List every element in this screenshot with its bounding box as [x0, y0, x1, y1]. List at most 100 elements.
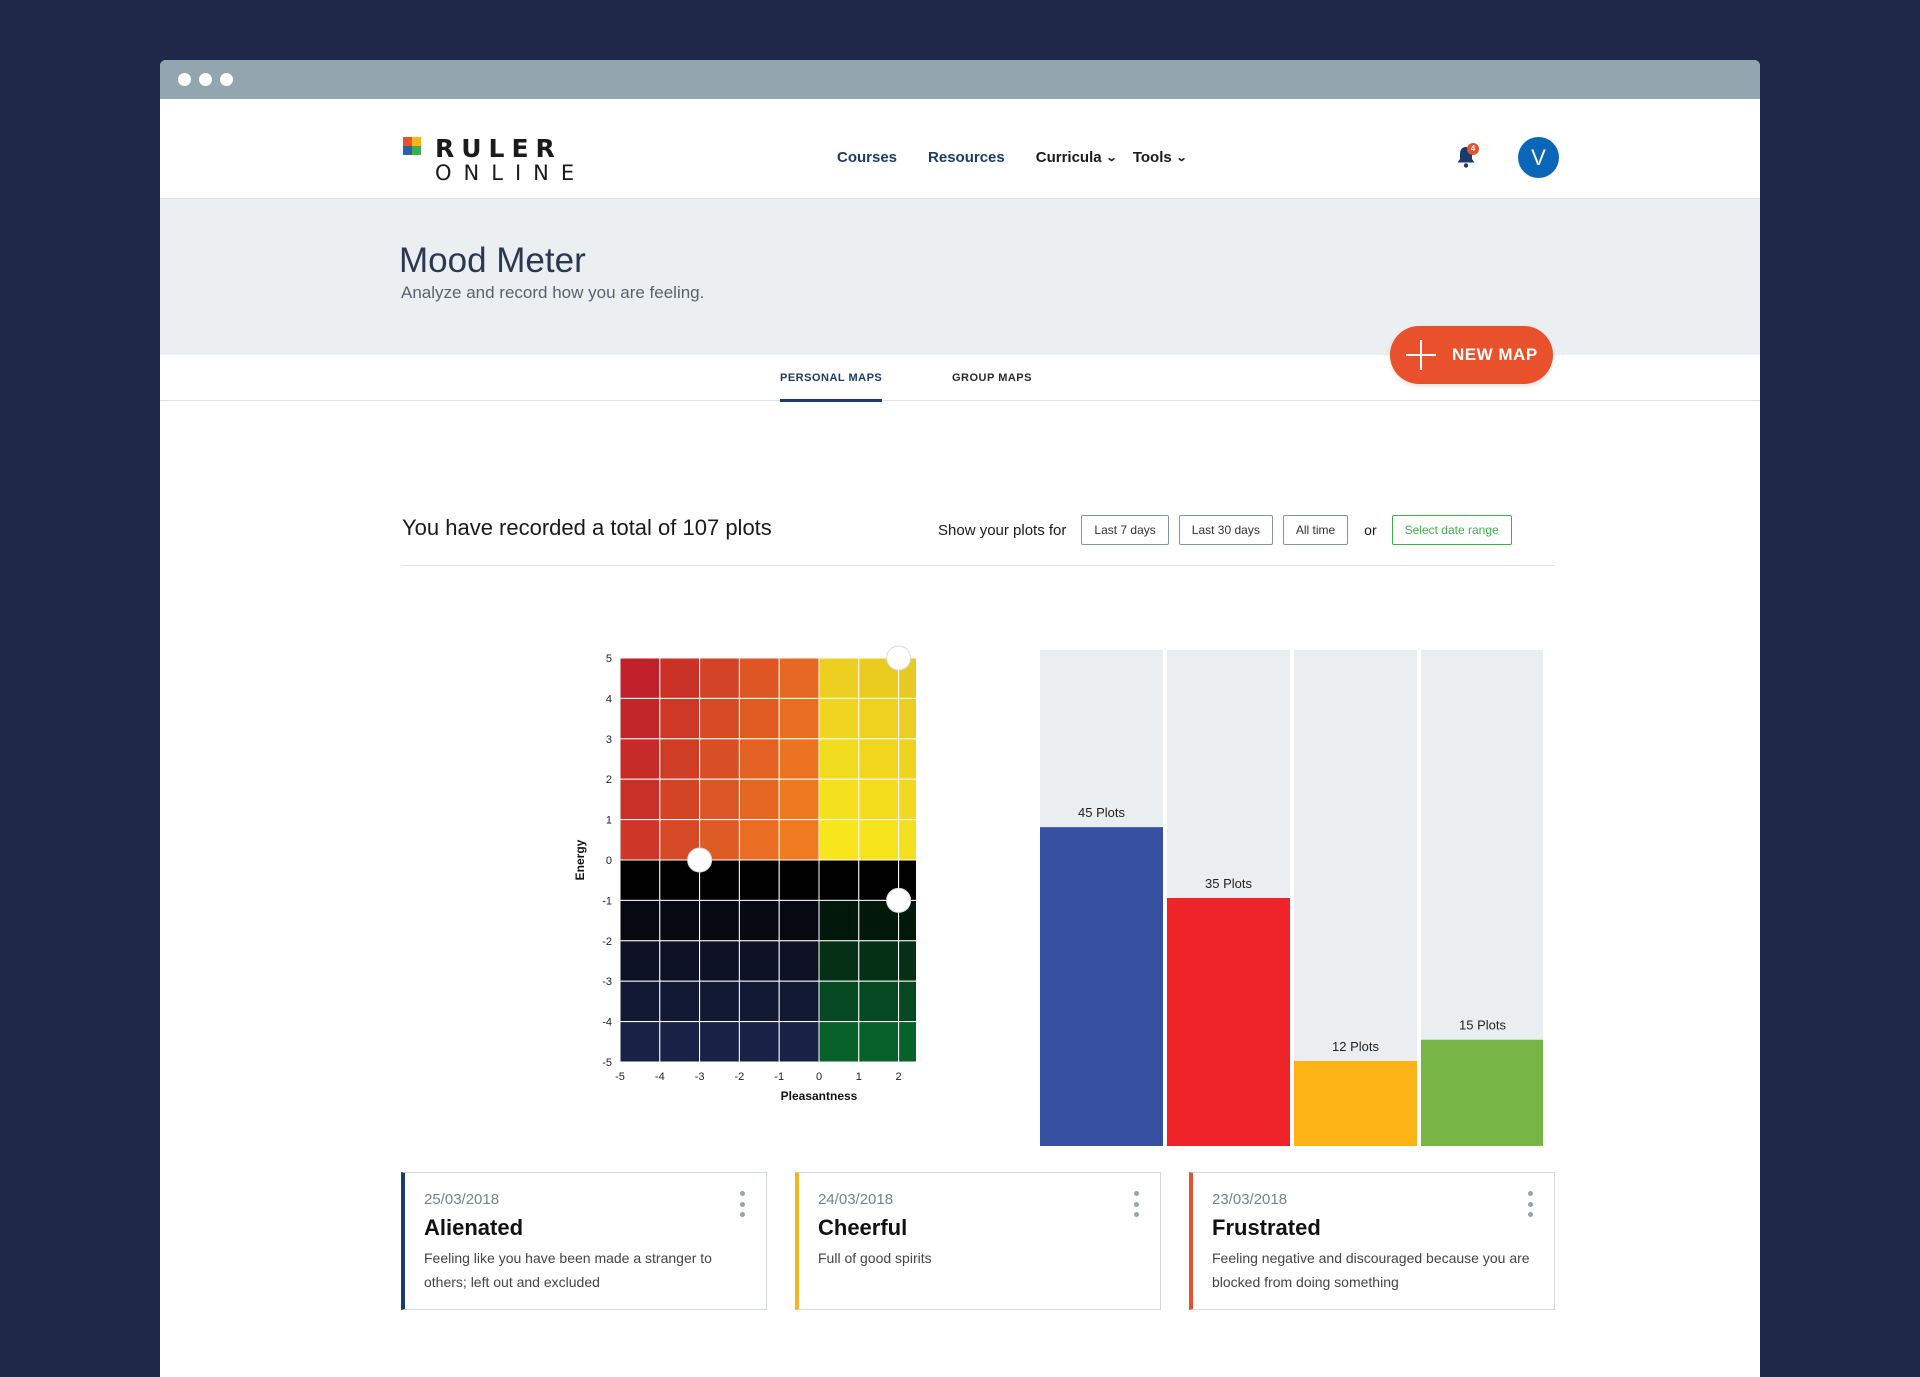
grid-cell — [619, 899, 661, 942]
nav-tools[interactable]: Tools ⌄ — [1132, 149, 1187, 166]
filter-last-30-days[interactable]: Last 30 days — [1178, 515, 1273, 545]
grid-cell — [738, 859, 780, 901]
new-map-button[interactable]: NEW MAP — [1390, 326, 1553, 384]
tab-personal-maps[interactable]: PERSONAL MAPS — [780, 372, 883, 402]
grid-cell — [699, 980, 740, 1023]
bar-label: 35 Plots — [1205, 876, 1252, 891]
select-date-range-button[interactable]: Select date range — [1391, 515, 1512, 545]
mood-card-word: Alienated — [424, 1215, 524, 1240]
grid-cell — [898, 819, 939, 861]
grid-cell — [818, 859, 860, 901]
grid-cell — [659, 980, 701, 1023]
grid-cell — [699, 657, 740, 699]
main-menu: Courses Resources Curricula ⌄ Tools ⌄ — [837, 149, 1203, 166]
grid-cell — [818, 657, 860, 699]
grid-cell — [659, 940, 701, 982]
nav-courses[interactable]: Courses — [837, 149, 897, 166]
logo-square-blue — [403, 146, 412, 155]
filter-all-time[interactable]: All time — [1282, 515, 1349, 545]
mood-card[interactable]: 25/03/2018 Alienated Feeling like you ha… — [401, 1172, 767, 1310]
grid-cell — [818, 980, 860, 1023]
notification-badge: 4 — [1467, 143, 1479, 155]
more-options-icon[interactable] — [740, 1191, 746, 1217]
grid-cell — [778, 940, 820, 982]
grid-cell — [858, 1021, 900, 1063]
more-options-icon[interactable] — [1528, 1191, 1534, 1217]
filter-last-7-days[interactable]: Last 7 days — [1081, 515, 1169, 545]
grid-cell — [858, 778, 900, 821]
y-tick-label: -1 — [602, 895, 612, 907]
new-map-label: NEW MAP — [1452, 345, 1538, 364]
plot-point — [886, 887, 912, 913]
grid-cell — [738, 697, 780, 740]
grid-cell — [699, 940, 740, 982]
grid-cell — [818, 778, 860, 821]
grid-cell — [659, 738, 701, 780]
logo-square-orange — [403, 137, 412, 146]
logo-line1: RULER — [435, 134, 562, 163]
grid-cell — [898, 980, 939, 1023]
tab-group-maps[interactable]: GROUP MAPS — [952, 372, 1032, 384]
mood-meter-grid: 543210-1-2-3-4-5-5-4-3-2-1012345Pleasant… — [376, 620, 1021, 1200]
mood-card[interactable]: 23/03/2018 Frustrated Feeling negative a… — [1189, 1172, 1555, 1310]
y-tick-label: -5 — [602, 1057, 612, 1069]
bar — [1421, 1039, 1544, 1146]
grid-cell — [778, 1021, 820, 1063]
window-close-dot[interactable] — [178, 73, 191, 86]
grid-cell — [898, 940, 939, 982]
grid-cell — [699, 1021, 740, 1063]
summary-divider — [401, 565, 1555, 566]
nav-curricula[interactable]: Curricula ⌄ — [1035, 149, 1118, 166]
x-tick-label: 2 — [896, 1071, 902, 1083]
grid-cell — [738, 1021, 780, 1063]
chevron-down-icon: ⌄ — [1105, 152, 1118, 164]
y-tick-label: 1 — [606, 815, 612, 827]
more-options-icon[interactable] — [1134, 1191, 1140, 1217]
grid-cell — [898, 738, 939, 780]
bar-label: 12 Plots — [1332, 1039, 1379, 1054]
grid-cell — [778, 859, 820, 901]
nav-tools-label: Tools — [1132, 149, 1172, 166]
quadrant-bar-chart: 45 Plots 35 Plots 12 Plots 15 Plots — [1040, 650, 1544, 1150]
grid-cell — [858, 940, 900, 982]
grid-cell — [778, 899, 820, 942]
x-tick-label: -2 — [735, 1071, 745, 1083]
mood-card[interactable]: 24/03/2018 Cheerful Full of good spirits — [795, 1172, 1161, 1310]
grid-cell — [659, 657, 701, 699]
grid-cell — [818, 1021, 860, 1063]
grid-cell — [858, 738, 900, 780]
mood-meter-grid-svg: 543210-1-2-3-4-5-5-4-3-2-1012345Pleasant… — [573, 645, 1021, 1103]
bar — [1167, 898, 1290, 1146]
ruler-online-logo[interactable]: RULER ONLINE — [403, 136, 586, 184]
top-navigation: RULER ONLINE Courses Resources Curricula… — [160, 99, 1760, 199]
grid-cell — [738, 980, 780, 1023]
avatar[interactable]: V — [1518, 137, 1559, 178]
plus-icon — [1406, 340, 1436, 370]
grid-cell — [699, 778, 740, 821]
y-tick-label: -2 — [602, 936, 612, 948]
plot-point — [886, 645, 912, 671]
x-tick-label: 1 — [856, 1071, 862, 1083]
grid-cell — [778, 819, 820, 861]
quadrant-bar-chart-svg: 45 Plots 35 Plots 12 Plots 15 Plots — [1040, 650, 1544, 1146]
logo-square-yellow — [412, 137, 421, 146]
logo-wordmark: RULER ONLINE — [435, 136, 586, 184]
grid-cell — [619, 819, 661, 861]
grid-cell — [818, 899, 860, 942]
nav-resources[interactable]: Resources — [928, 149, 1005, 166]
filter-or-text: or — [1364, 522, 1377, 538]
grid-cell — [619, 980, 661, 1023]
x-tick-label: -1 — [774, 1071, 784, 1083]
window-minimize-dot[interactable] — [199, 73, 212, 86]
grid-cell — [619, 738, 661, 780]
x-tick-label: -3 — [695, 1071, 705, 1083]
grid-cell — [699, 697, 740, 740]
grid-cell — [619, 1021, 661, 1063]
window-maximize-dot[interactable] — [220, 73, 233, 86]
notifications-bell-icon[interactable]: 4 — [1455, 143, 1479, 171]
mood-card-date: 25/03/2018 — [424, 1191, 500, 1208]
grid-cell — [699, 899, 740, 942]
y-tick-label: 0 — [606, 855, 612, 867]
x-axis-label: Pleasantness — [781, 1089, 858, 1103]
nav-curricula-label: Curricula — [1035, 149, 1102, 166]
